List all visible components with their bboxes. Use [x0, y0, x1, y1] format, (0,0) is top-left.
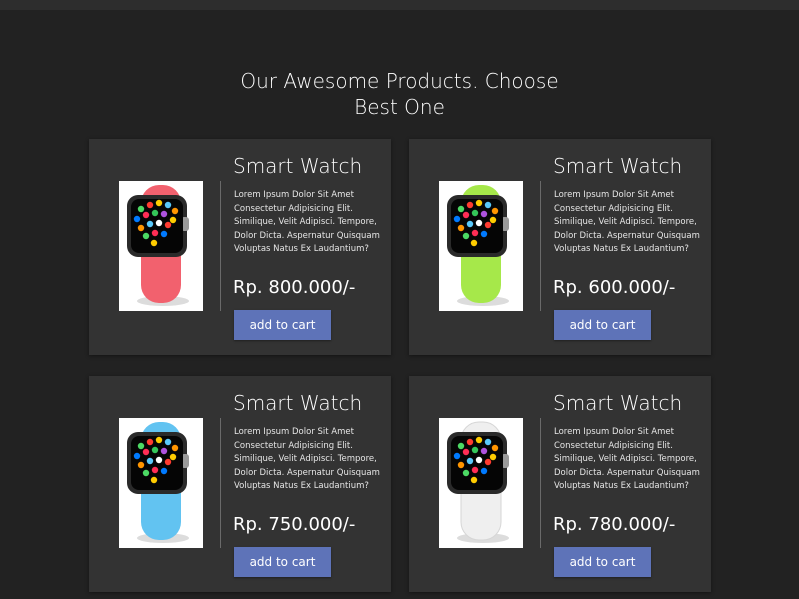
- product-image: [439, 181, 523, 311]
- product-image: [119, 181, 203, 311]
- card-divider: [540, 181, 541, 311]
- smartwatch-white-icon: [447, 421, 509, 543]
- page-title: Our Awesome Products. Choose Best One: [0, 68, 799, 120]
- product-image: [119, 418, 203, 548]
- product-title: Smart Watch: [233, 154, 363, 178]
- card-divider: [220, 181, 221, 311]
- product-card: Smart Watch Lorem Ipsum Dolor Sit Amet C…: [89, 376, 391, 592]
- product-card: Smart Watch Lorem Ipsum Dolor Sit Amet C…: [409, 139, 711, 355]
- product-card: Smart Watch Lorem Ipsum Dolor Sit Amet C…: [89, 139, 391, 355]
- product-title: Smart Watch: [553, 391, 683, 415]
- page-title-line-2: Best One: [354, 95, 445, 119]
- product-card: Smart Watch Lorem Ipsum Dolor Sit Amet C…: [409, 376, 711, 592]
- product-title: Smart Watch: [553, 154, 683, 178]
- product-description: Lorem Ipsum Dolor Sit Amet Consectetur A…: [234, 190, 380, 254]
- top-bar: [0, 0, 799, 10]
- product-price: Rp. 800.000/-: [233, 277, 356, 298]
- add-to-cart-button[interactable]: add to cart: [554, 310, 651, 340]
- product-description: Lorem Ipsum Dolor Sit Amet Consectetur A…: [554, 427, 700, 491]
- product-price: Rp. 780.000/-: [553, 514, 676, 535]
- smartwatch-green-icon: [447, 185, 509, 306]
- smartwatch-red-icon: [127, 185, 189, 306]
- add-to-cart-button[interactable]: add to cart: [554, 547, 651, 577]
- card-divider: [540, 418, 541, 548]
- add-to-cart-button[interactable]: add to cart: [234, 547, 331, 577]
- product-description: Lorem Ipsum Dolor Sit Amet Consectetur A…: [554, 190, 700, 254]
- smartwatch-blue-icon: [127, 422, 189, 543]
- product-description: Lorem Ipsum Dolor Sit Amet Consectetur A…: [234, 427, 380, 491]
- card-divider: [220, 418, 221, 548]
- product-price: Rp. 600.000/-: [553, 277, 676, 298]
- product-image: [439, 418, 523, 548]
- add-to-cart-button[interactable]: add to cart: [234, 310, 331, 340]
- page-title-line-1: Our Awesome Products. Choose: [240, 69, 559, 93]
- product-title: Smart Watch: [233, 391, 363, 415]
- product-price: Rp. 750.000/-: [233, 514, 356, 535]
